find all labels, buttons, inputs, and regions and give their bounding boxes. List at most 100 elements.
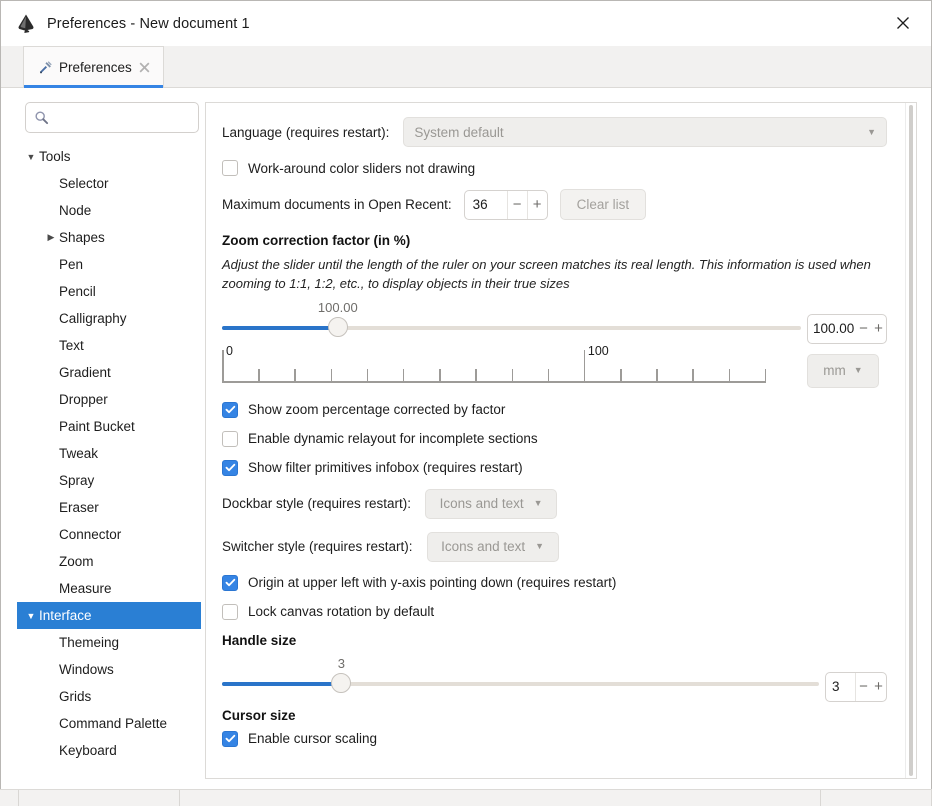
sidebar-item-connector[interactable]: Connector xyxy=(17,521,201,548)
language-label: Language (requires restart): xyxy=(222,125,389,140)
sidebar-item-pen[interactable]: Pen xyxy=(17,251,201,278)
sidebar-item-text[interactable]: Text xyxy=(17,332,201,359)
handle-slider-fill xyxy=(222,682,341,686)
sidebar-item-grids[interactable]: Grids xyxy=(17,683,201,710)
handle-slider-handle[interactable] xyxy=(331,673,351,693)
sidebar-item-pencil[interactable]: Pencil xyxy=(17,278,201,305)
title-bar: Preferences - New document 1 xyxy=(1,1,931,46)
preferences-tree: ▼ToolsSelectorNode▶ShapesPenPencilCallig… xyxy=(15,143,201,779)
sidebar-item-tweak[interactable]: Tweak xyxy=(17,440,201,467)
handle-size-slider[interactable] xyxy=(222,673,819,695)
lock-rotation-checkbox[interactable] xyxy=(222,604,238,620)
zoom-factor-decrement-button[interactable]: − xyxy=(856,315,871,343)
max-recent-value[interactable]: 36 xyxy=(465,191,507,219)
sidebar-item-selector[interactable]: Selector xyxy=(17,170,201,197)
filter-infobox-label: Show filter primitives infobox (requires… xyxy=(248,460,523,475)
filter-infobox-checkbox-row[interactable]: Show filter primitives infobox (requires… xyxy=(222,460,887,476)
zoom-unit-dropdown[interactable]: mm ▼ xyxy=(807,354,879,388)
sidebar-item-themeing[interactable]: Themeing xyxy=(17,629,201,656)
content-scrollbar[interactable] xyxy=(905,103,916,778)
handle-right-controls: 3 − + xyxy=(825,656,887,702)
sidebar-item-zoom[interactable]: Zoom xyxy=(17,548,201,575)
search-icon xyxy=(34,110,49,125)
sidebar-item-gradient[interactable]: Gradient xyxy=(17,359,201,386)
workaround-sliders-checkbox[interactable] xyxy=(222,160,238,176)
filter-infobox-checkbox[interactable] xyxy=(222,460,238,476)
zoom-factor-increment-button[interactable]: + xyxy=(871,315,886,343)
sidebar-item-label: Tools xyxy=(39,149,71,164)
handle-slider-column: 3 xyxy=(222,656,819,695)
language-row: Language (requires restart): System defa… xyxy=(222,117,887,147)
max-recent-decrement-button[interactable]: − xyxy=(507,191,527,219)
chevron-down-icon[interactable]: ▼ xyxy=(23,611,39,621)
sidebar-item-label: Interface xyxy=(39,608,92,623)
dynamic-relayout-checkbox[interactable] xyxy=(222,431,238,447)
cursor-scaling-checkbox[interactable] xyxy=(222,731,238,747)
zoom-slider-fill xyxy=(222,326,338,330)
sidebar-item-interface[interactable]: ▼Interface xyxy=(17,602,201,629)
content-scrollbar-thumb[interactable] xyxy=(909,105,913,776)
content-panel: Language (requires restart): System defa… xyxy=(205,102,917,779)
sidebar-item-spray[interactable]: Spray xyxy=(17,467,201,494)
sidebar-item-shapes[interactable]: ▶Shapes xyxy=(17,224,201,251)
dialog-body: ▼ToolsSelectorNode▶ShapesPenPencilCallig… xyxy=(1,88,931,789)
chevron-right-icon[interactable]: ▶ xyxy=(43,232,59,243)
sidebar-item-label: Gradient xyxy=(59,365,111,380)
switcher-style-dropdown[interactable]: Icons and text ▼ xyxy=(427,532,559,562)
ruler-minor-tick xyxy=(258,369,260,383)
sidebar-item-dropper[interactable]: Dropper xyxy=(17,386,201,413)
handle-size-spinner[interactable]: 3 − + xyxy=(825,672,887,702)
sidebar-item-node[interactable]: Node xyxy=(17,197,201,224)
lock-rotation-checkbox-row[interactable]: Lock canvas rotation by default xyxy=(222,604,887,620)
ruler-minor-tick xyxy=(367,369,369,383)
cursor-scaling-checkbox-row[interactable]: Enable cursor scaling xyxy=(222,731,887,747)
taskbar-cell xyxy=(180,790,821,806)
dynamic-relayout-checkbox-row[interactable]: Enable dynamic relayout for incomplete s… xyxy=(222,431,887,447)
sidebar-item-label: Grids xyxy=(59,689,91,704)
search-box[interactable] xyxy=(25,102,199,133)
search-input[interactable] xyxy=(55,109,190,126)
ruler-baseline xyxy=(222,381,765,383)
zoom-slider-handle[interactable] xyxy=(328,317,348,337)
tab-close-icon[interactable] xyxy=(138,61,151,74)
inkscape-logo-icon xyxy=(15,13,37,35)
close-icon[interactable] xyxy=(883,5,923,41)
handle-slider-bubble-text: 3 xyxy=(338,656,345,671)
sidebar-item-command-palette[interactable]: Command Palette xyxy=(17,710,201,737)
origin-upper-left-checkbox[interactable] xyxy=(222,575,238,591)
zoom-correction-slider-block: 100.00 0100 100.00 − + xyxy=(222,300,887,388)
sidebar-item-windows[interactable]: Windows xyxy=(17,656,201,683)
chevron-down-icon[interactable]: ▼ xyxy=(23,152,39,162)
chevron-down-icon: ▼ xyxy=(534,499,543,508)
sidebar-item-paint-bucket[interactable]: Paint Bucket xyxy=(17,413,201,440)
taskbar xyxy=(0,789,932,806)
max-recent-row: Maximum documents in Open Recent: 36 − +… xyxy=(222,189,887,220)
language-dropdown[interactable]: System default ▼ xyxy=(403,117,887,147)
sidebar-item-tools[interactable]: ▼Tools xyxy=(17,143,201,170)
dockbar-style-dropdown[interactable]: Icons and text ▼ xyxy=(425,489,557,519)
show-zoom-percentage-checkbox[interactable] xyxy=(222,402,238,418)
workaround-sliders-checkbox-row[interactable]: Work-around color sliders not drawing xyxy=(222,160,887,176)
zoom-factor-spinner[interactable]: 100.00 − + xyxy=(807,314,887,344)
sidebar-item-measure[interactable]: Measure xyxy=(17,575,201,602)
sidebar-item-eraser[interactable]: Eraser xyxy=(17,494,201,521)
sidebar-item-keyboard[interactable]: Keyboard xyxy=(17,737,201,764)
zoom-ruler: 0100 xyxy=(222,343,801,383)
clear-list-button[interactable]: Clear list xyxy=(560,189,647,220)
handle-size-increment-button[interactable]: + xyxy=(871,673,886,701)
chevron-down-icon: ▼ xyxy=(867,128,876,137)
max-recent-increment-button[interactable]: + xyxy=(527,191,547,219)
ruler-label: 100 xyxy=(588,344,609,358)
sidebar-item-calligraphy[interactable]: Calligraphy xyxy=(17,305,201,332)
max-recent-label: Maximum documents in Open Recent: xyxy=(222,197,452,212)
ruler-major-tick xyxy=(222,350,224,383)
zoom-factor-value[interactable]: 100.00 xyxy=(808,315,856,343)
handle-size-decrement-button[interactable]: − xyxy=(855,673,871,701)
max-recent-spinner[interactable]: 36 − + xyxy=(464,190,548,220)
show-zoom-percentage-checkbox-row[interactable]: Show zoom percentage corrected by factor xyxy=(222,402,887,418)
preferences-window: Preferences - New document 1 Preferences xyxy=(0,0,932,790)
tab-preferences[interactable]: Preferences xyxy=(23,46,164,87)
origin-upper-left-checkbox-row[interactable]: Origin at upper left with y-axis pointin… xyxy=(222,575,887,591)
zoom-slider[interactable] xyxy=(222,317,801,339)
handle-size-value[interactable]: 3 xyxy=(826,673,855,701)
